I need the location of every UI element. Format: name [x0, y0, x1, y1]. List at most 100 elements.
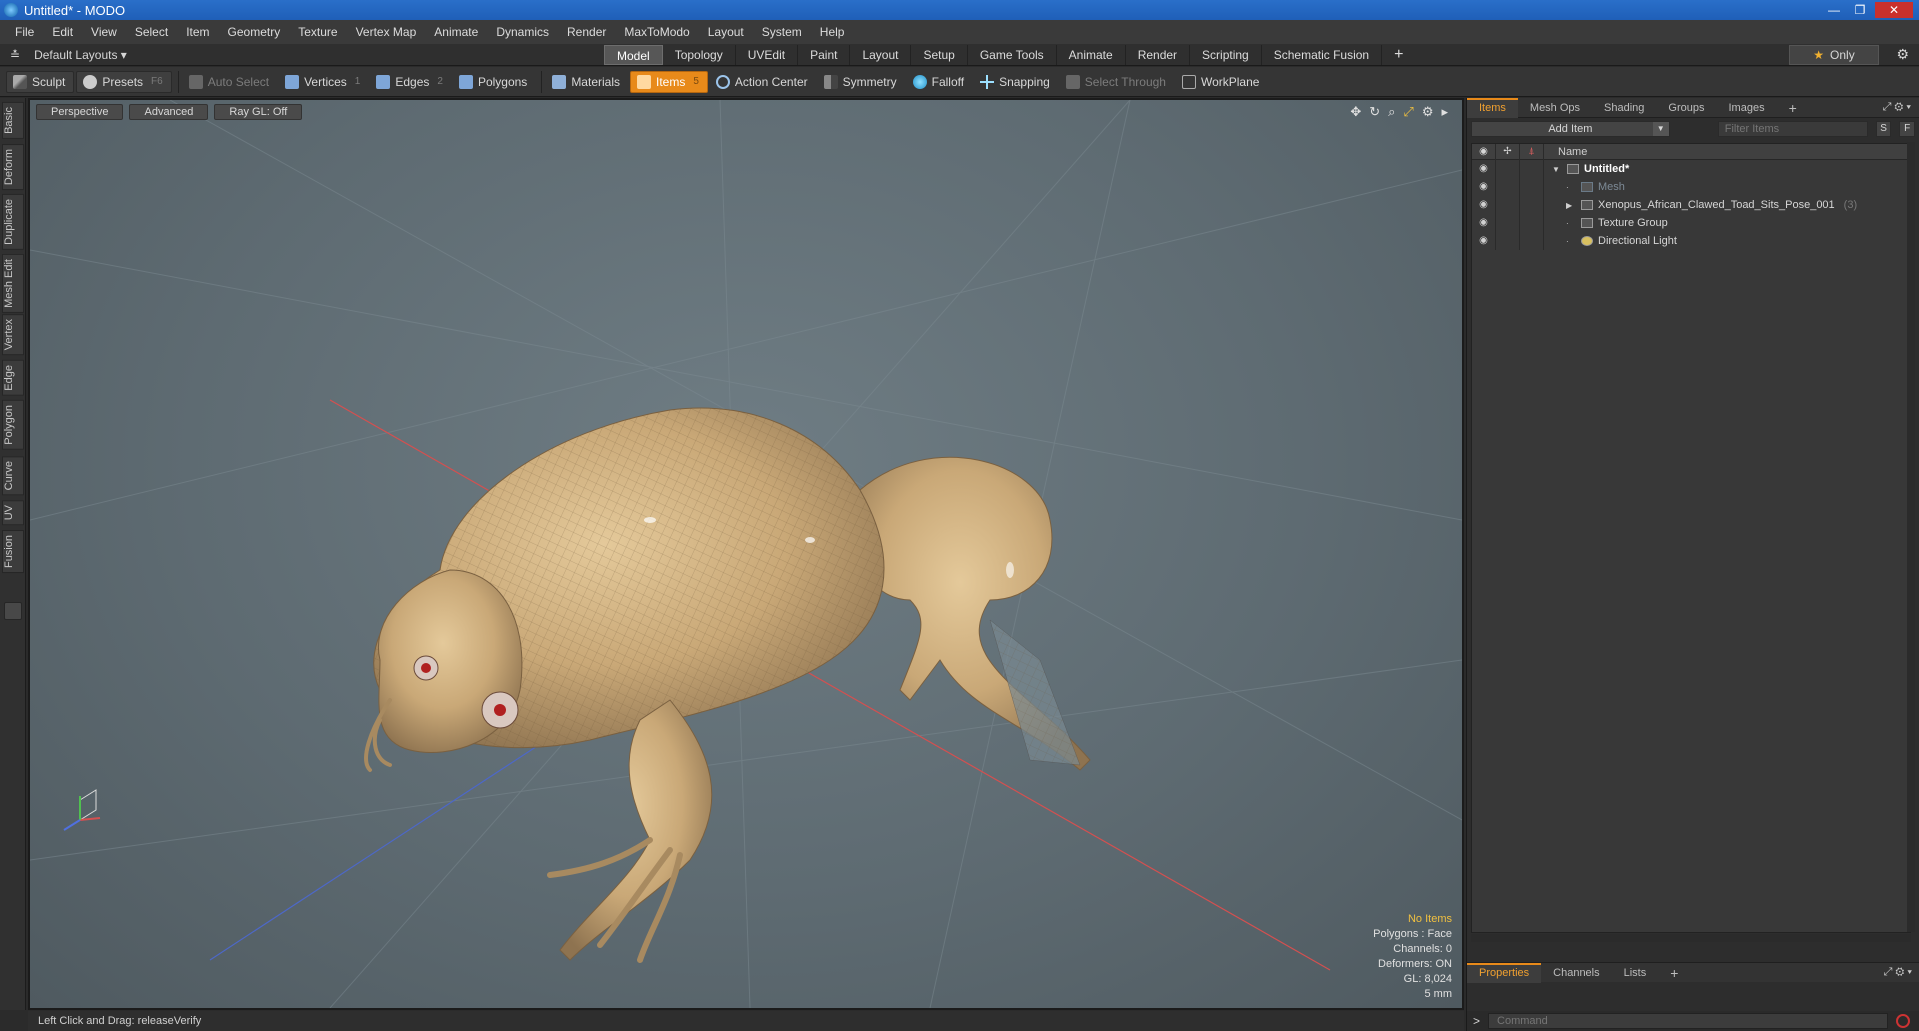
menu-animate[interactable]: Animate [425, 25, 487, 39]
vtab-polygon[interactable]: Polygon [2, 400, 24, 450]
tab-scripting[interactable]: Scripting [1190, 45, 1262, 65]
viewport-settings-icon[interactable]: ⚙ [1422, 104, 1434, 120]
menu-dynamics[interactable]: Dynamics [487, 25, 558, 39]
menu-edit[interactable]: Edit [43, 25, 82, 39]
tab-uvedit[interactable]: UVEdit [736, 45, 799, 65]
properties-options-icon[interactable]: ⤢ ⚙ ▾ [1884, 966, 1912, 979]
lock-column-icon[interactable]: ✢ [1496, 143, 1520, 160]
tab-properties[interactable]: Properties [1467, 962, 1542, 983]
vtab-deform[interactable]: Deform [2, 144, 24, 191]
view-type-button[interactable]: Perspective [36, 104, 124, 120]
workplane-button[interactable]: WorkPlane [1176, 71, 1267, 93]
tab-images[interactable]: Images [1717, 98, 1777, 118]
menu-view[interactable]: View [82, 25, 126, 39]
tab-lists[interactable]: Lists [1612, 963, 1659, 983]
tab-layout[interactable]: Layout [850, 45, 912, 65]
3d-viewport[interactable]: Perspective Advanced Ray GL: Off ✥ ↻ ⌕ ⤢… [28, 98, 1464, 1010]
tree-item-directional-light[interactable]: ◉ · Directional Light [1472, 232, 1910, 250]
tree-item-mesh[interactable]: ◉ · Mesh [1472, 178, 1910, 196]
menu-system[interactable]: System [753, 25, 811, 39]
eye-icon[interactable]: ◉ [1472, 196, 1496, 214]
action-center-button[interactable]: Action Center [710, 71, 816, 93]
tab-topology[interactable]: Topology [663, 45, 736, 65]
menu-geometry[interactable]: Geometry [219, 25, 290, 39]
panel-options-icon[interactable]: ⤢ ⚙ ▾ [1883, 101, 1911, 114]
eye-icon[interactable]: ◉ [1472, 160, 1496, 178]
snapping-button[interactable]: Snapping [974, 71, 1058, 93]
menu-render[interactable]: Render [558, 25, 615, 39]
tab-model[interactable]: Model [604, 45, 663, 65]
tab-animate[interactable]: Animate [1057, 45, 1126, 65]
menu-maxtomodo[interactable]: MaxToModo [615, 25, 698, 39]
tab-groups[interactable]: Groups [1656, 98, 1716, 118]
gear-icon[interactable]: ⚙ [1896, 46, 1909, 63]
left-panel-toggle-button[interactable] [4, 602, 22, 620]
zoom-icon[interactable]: ⌕ [1388, 104, 1395, 120]
vtab-duplicate[interactable]: Duplicate [2, 194, 24, 250]
vtab-mesh-edit[interactable]: Mesh Edit [2, 254, 24, 313]
tab-shading[interactable]: Shading [1592, 98, 1656, 118]
command-input[interactable] [1488, 1013, 1889, 1029]
close-button[interactable]: ✕ [1875, 2, 1913, 18]
rotate-icon[interactable]: ↻ [1369, 104, 1380, 120]
add-tab-button[interactable]: + [1382, 45, 1415, 65]
menu-file[interactable]: File [6, 25, 43, 39]
tree-item-untitled[interactable]: ◉ ▼ Untitled* [1472, 160, 1910, 178]
add-properties-tab-button[interactable]: + [1658, 963, 1690, 983]
item-tree-vertical-scrollbar[interactable] [1907, 142, 1915, 932]
expand-arrow-icon[interactable]: ▼ [1552, 165, 1562, 174]
tree-item-xenopus-group[interactable]: ◉ ▶ Xenopus_African_Clawed_Toad_Sits_Pose… [1472, 196, 1910, 214]
items-button[interactable]: Items 5 [630, 70, 708, 93]
auto-select-button[interactable]: Auto Select [183, 71, 277, 93]
minimize-button[interactable]: — [1823, 2, 1845, 18]
shading-mode-button[interactable]: Advanced [129, 104, 209, 120]
add-panel-tab-button[interactable]: + [1777, 98, 1809, 118]
vtab-basic[interactable]: Basic [2, 102, 24, 139]
record-macro-icon[interactable] [1896, 1014, 1911, 1028]
f-button[interactable]: F [1899, 121, 1916, 137]
vtab-fusion[interactable]: Fusion [2, 530, 24, 574]
menu-vertex-map[interactable]: Vertex Map [347, 25, 426, 39]
tab-render[interactable]: Render [1126, 45, 1191, 65]
falloff-button[interactable]: Falloff [907, 71, 972, 93]
add-item-dropdown[interactable]: Add Item ▼ [1471, 121, 1670, 137]
viewport-expand-icon[interactable]: ▸ [1441, 104, 1448, 120]
tree-item-texture-group[interactable]: ◉ · Texture Group [1472, 214, 1910, 232]
filter-items-input[interactable] [1717, 121, 1868, 137]
vertices-button[interactable]: Vertices 1 [279, 71, 368, 93]
fit-icon[interactable]: ⤢ [1403, 104, 1413, 120]
sculpt-button[interactable]: Sculpt [6, 70, 75, 93]
vtab-vertex[interactable]: Vertex [2, 314, 24, 356]
name-column-header[interactable]: Name [1544, 146, 1587, 158]
eye-icon[interactable]: ◉ [1472, 178, 1496, 196]
expand-arrow-icon[interactable]: ▶ [1566, 201, 1576, 210]
visibility-column-icon[interactable]: ◉ [1472, 143, 1496, 160]
layout-selector[interactable]: ≛ Default Layouts ▾ [10, 48, 127, 62]
edges-button[interactable]: Edges 2 [370, 71, 451, 93]
item-tree-horizontal-scrollbar[interactable] [1471, 934, 1911, 942]
select-through-button[interactable]: Select Through [1060, 71, 1174, 93]
tab-channels[interactable]: Channels [1541, 963, 1611, 983]
tab-mesh-ops[interactable]: Mesh Ops [1518, 98, 1592, 118]
pan-icon[interactable]: ✥ [1350, 104, 1361, 120]
tab-game-tools[interactable]: Game Tools [968, 45, 1057, 65]
menu-help[interactable]: Help [811, 25, 854, 39]
vtab-uv[interactable]: UV [2, 500, 24, 526]
vtab-edge[interactable]: Edge [2, 360, 24, 396]
polygons-button[interactable]: Polygons [453, 71, 535, 93]
tab-paint[interactable]: Paint [798, 45, 851, 65]
tab-schematic-fusion[interactable]: Schematic Fusion [1262, 45, 1383, 65]
eye-icon[interactable]: ◉ [1472, 232, 1496, 250]
s-button[interactable]: S [1875, 121, 1892, 137]
tab-setup[interactable]: Setup [911, 45, 968, 65]
maximize-button[interactable]: ❐ [1849, 2, 1871, 18]
raygl-button[interactable]: Ray GL: Off [214, 104, 303, 120]
vtab-curve[interactable]: Curve [2, 456, 24, 496]
symmetry-button[interactable]: Symmetry [818, 71, 905, 93]
render-column-icon[interactable]: ⍋ [1520, 143, 1544, 160]
only-button[interactable]: ★ Only [1789, 45, 1879, 65]
materials-button[interactable]: Materials [546, 71, 628, 93]
menu-item[interactable]: Item [177, 25, 218, 39]
menu-layout[interactable]: Layout [699, 25, 753, 39]
presets-button[interactable]: Presets F6 [76, 70, 172, 93]
